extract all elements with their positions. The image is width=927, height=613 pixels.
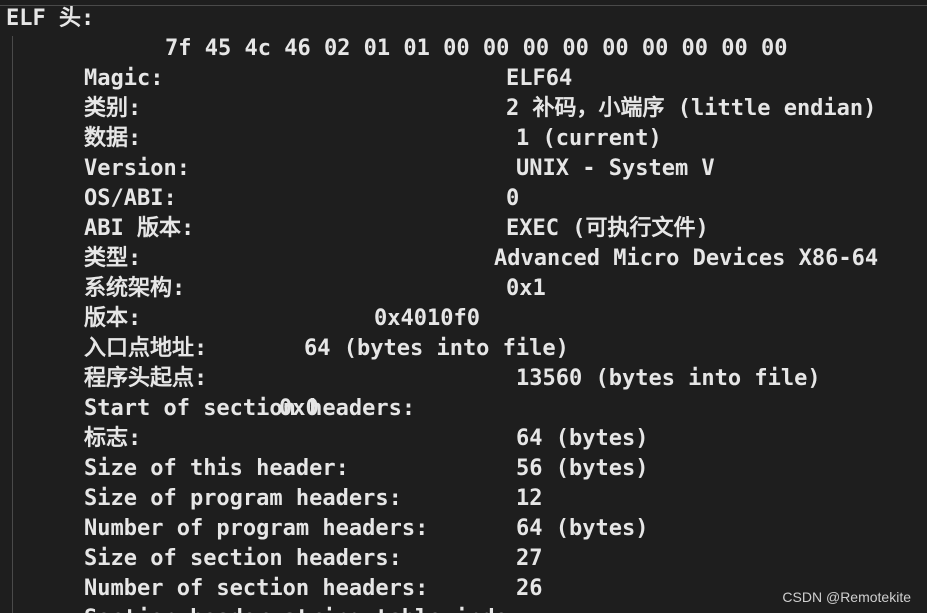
field-value: 7f 45 4c 46 02 01 01 00 00 00 00 00 00 0… [165,36,788,61]
field-value: ELF64 [506,66,573,91]
field-program-headers-start: 程序头起点: 64 (bytes into file) [31,334,569,391]
field-value: 64 (bytes into file) [304,336,569,361]
field-value: EXEC (可执行文件) [506,216,709,241]
top-divider [0,5,927,6]
field-magic: Magic: 7f 45 4c 46 02 01 01 00 00 00 00 … [31,34,788,91]
field-program-header-size: Size of program headers: 56 (bytes) [31,454,648,511]
field-value: Advanced Micro Devices X86-64 [494,246,879,271]
field-value: 0 [506,186,520,211]
field-value: 56 (bytes) [516,456,649,481]
field-class: 类别: ELF64 [31,64,572,121]
elf-header-title: ELF 头: [6,6,95,31]
field-value: 64 (bytes) [516,516,649,541]
field-program-header-count: Number of program headers: 12 [31,484,543,541]
field-value: 12 [516,486,543,511]
field-flags: 标志: 0x0 [31,394,319,451]
field-value: 1 (current) [516,126,662,151]
field-section-headers-start: Start of section headers: 13560 (bytes i… [31,364,821,421]
field-machine: 系统架构: Advanced Micro Devices X86-64 [31,244,878,301]
field-abi-version: ABI 版本: 0 [31,184,519,241]
field-value: 0x4010f0 [374,306,480,331]
terminal-output: ELF 头: Magic: 7f 45 4c 46 02 01 01 00 00… [0,0,927,613]
field-shstrndx: Section header string table index: 26 [31,574,543,613]
field-data: 数据: 2 补码，小端序 (little endian) [31,94,876,151]
field-header-size: Size of this header: 64 (bytes) [31,424,648,481]
field-value: 13560 (bytes into file) [516,366,821,391]
field-key: Section header string table index: [84,606,534,613]
field-value: 0x1 [506,276,546,301]
field-value: 27 [516,546,543,571]
field-entry-point: 入口点地址: 0x4010f0 [31,304,480,361]
field-value: 26 [516,576,543,601]
field-section-header-size: Size of section headers: 64 (bytes) [31,514,648,571]
field-section-header-count: Number of section headers: 27 [31,544,543,601]
field-os-abi: OS/ABI: UNIX - System V [31,154,715,211]
field-version: Version: 1 (current) [31,124,662,181]
field-type: 类型: EXEC (可执行文件) [31,214,709,271]
field-value: UNIX - System V [516,156,715,181]
field-file-version: 版本: 0x1 [31,274,546,331]
watermark: CSDN @Remotekite [782,589,911,605]
field-value: 0x0 [279,396,319,421]
field-value: 2 补码，小端序 (little endian) [506,96,877,121]
field-value: 64 (bytes) [516,426,649,451]
indent-guide [12,36,13,613]
